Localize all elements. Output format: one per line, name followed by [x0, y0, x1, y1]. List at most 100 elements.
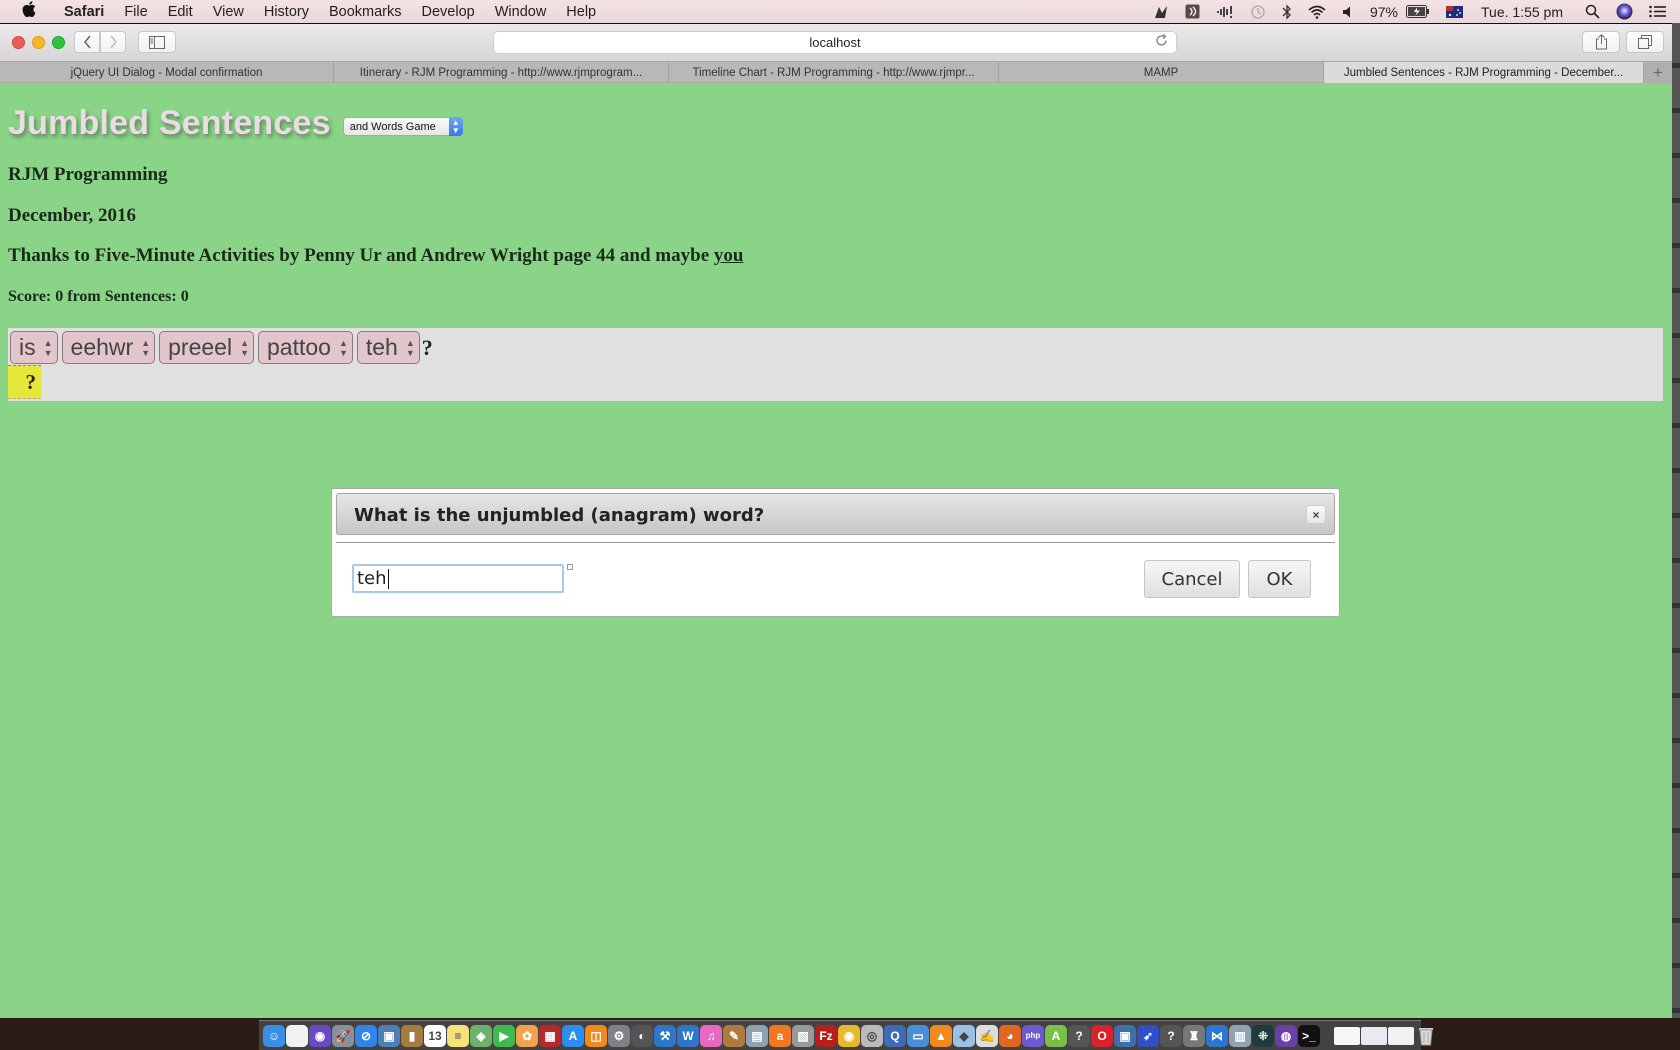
dock-launchpad-icon[interactable]: 🚀 — [332, 1024, 354, 1047]
dock-filezilla-icon[interactable]: Fz — [815, 1024, 837, 1047]
dock-quicktime-icon[interactable]: Q — [884, 1024, 906, 1047]
dialog-close-button[interactable]: × — [1306, 505, 1326, 524]
dock-unknown-app-1-icon[interactable]: ? — [1068, 1024, 1090, 1047]
dock-archive-utility-icon[interactable]: ▧ — [792, 1024, 814, 1047]
ok-button[interactable]: OK — [1248, 560, 1311, 598]
time-machine-icon[interactable] — [1242, 4, 1274, 20]
tab-jumbled-sentences[interactable]: Jumbled Sentences - RJM Programming - De… — [1324, 62, 1644, 83]
tab-jquery-ui-dialog[interactable]: jQuery UI Dialog - Modal confirmation — [0, 62, 334, 83]
dock-github-desktop-icon[interactable]: ◍ — [1275, 1024, 1297, 1047]
dock-image-capture-icon[interactable]: ▤ — [746, 1024, 768, 1047]
back-button[interactable] — [74, 31, 100, 53]
tab-timeline-chart[interactable]: Timeline Chart - RJM Programming - http:… — [669, 62, 999, 83]
dock-vlc-icon[interactable]: ▲ — [930, 1024, 952, 1047]
word-select[interactable]: teh ▲ ▼ — [356, 331, 420, 364]
dock-automator-icon[interactable]: ♜ — [1183, 1024, 1205, 1047]
dock-firefox-icon[interactable]: ◕ — [999, 1024, 1021, 1047]
clock[interactable]: Tue. 1:55 pm — [1471, 4, 1577, 20]
dock-filezilla-alt-icon[interactable]: W — [677, 1024, 699, 1047]
word-select[interactable]: preeel ▲ ▼ — [159, 331, 254, 364]
dock-dotgrid-icon[interactable]: ⁜ — [1252, 1024, 1274, 1047]
cancel-button[interactable]: Cancel — [1144, 560, 1240, 598]
sidebar-toggle-button[interactable] — [138, 31, 176, 53]
dock-disk-utility-icon[interactable]: ◎ — [861, 1024, 883, 1047]
wifi-icon[interactable] — [1300, 5, 1334, 19]
address-bar[interactable]: localhost — [493, 31, 1177, 54]
share-button[interactable] — [1582, 31, 1620, 53]
input-resize-handle[interactable] — [567, 564, 573, 570]
reload-icon[interactable] — [1155, 34, 1168, 50]
word-select[interactable]: is ▲ ▼ — [10, 331, 58, 364]
menu-develop[interactable]: Develop — [412, 4, 485, 20]
answer-box[interactable]: ? — [8, 365, 41, 399]
dock-screen-sharing-icon[interactable]: ▭ — [907, 1024, 929, 1047]
dock-chrome-icon[interactable]: ◉ — [838, 1024, 860, 1047]
dock-calendar-icon[interactable]: 13 — [424, 1024, 446, 1047]
network-activity-icon[interactable] — [1208, 5, 1242, 19]
dock-contacts-icon[interactable]: ▮ — [401, 1024, 423, 1047]
dock-virtualbox-cube-icon[interactable]: ◆ — [953, 1024, 975, 1047]
dock-facetime-icon[interactable]: ▶ — [493, 1024, 515, 1047]
dock-quicktime-spy-icon[interactable]: ◐ — [631, 1024, 653, 1047]
dock-photos-icon[interactable]: ✿ — [516, 1024, 538, 1047]
dock-virtualbox-icon[interactable]: ▣ — [1114, 1024, 1136, 1047]
battery-percent[interactable]: 97% — [1362, 4, 1406, 20]
australian-flag-icon[interactable] — [1438, 5, 1471, 18]
tab-itinerary[interactable]: Itinerary - RJM Programming - http://www… — [334, 62, 669, 83]
menu-file[interactable]: File — [114, 4, 157, 20]
dock-document-1-icon[interactable] — [1334, 1026, 1360, 1045]
battery-icon[interactable] — [1406, 5, 1438, 18]
siri-icon[interactable] — [1608, 3, 1641, 20]
dock-phpstorm-icon[interactable]: php — [1022, 1024, 1044, 1047]
menu-help[interactable]: Help — [556, 4, 606, 20]
dock-maps-icon[interactable]: ◈ — [470, 1024, 492, 1047]
dock-trash-icon[interactable] — [1415, 1025, 1437, 1047]
dock-app-store-icon[interactable]: A — [562, 1024, 584, 1047]
menu-edit[interactable]: Edit — [158, 4, 203, 20]
dock-textedit-icon[interactable]: ✍ — [976, 1024, 998, 1047]
anagram-answer-input[interactable]: teh — [352, 564, 564, 593]
dock-photo-booth-icon[interactable]: ▦ — [539, 1024, 561, 1047]
dock-preview-icon[interactable]: ▣ — [378, 1024, 400, 1047]
word-select[interactable]: pattoo ▲ ▼ — [257, 331, 353, 364]
volume-icon[interactable] — [1334, 5, 1362, 19]
window-zoom-button[interactable] — [52, 36, 65, 49]
dock-avast-icon[interactable]: a — [769, 1024, 791, 1047]
forward-button[interactable] — [100, 31, 126, 53]
spotlight-icon[interactable] — [1577, 4, 1608, 19]
bluetooth-icon[interactable] — [1274, 3, 1300, 20]
dock-finder-icon[interactable]: ☺ — [263, 1024, 285, 1047]
notification-center-icon[interactable] — [1641, 5, 1680, 18]
window-minimize-button[interactable] — [32, 36, 45, 49]
dock-swift-app-icon[interactable]: ➶ — [1137, 1024, 1159, 1047]
dock-itunes-icon[interactable]: ♫ — [700, 1024, 722, 1047]
dock-document-3-icon[interactable] — [1388, 1026, 1414, 1045]
dock-document-2-icon[interactable] — [1361, 1026, 1387, 1045]
window-close-button[interactable] — [12, 36, 25, 49]
dock-image-viewer-icon[interactable]: ▥ — [1229, 1024, 1251, 1047]
audio-hijack-icon[interactable] — [1177, 4, 1208, 19]
dock-notes-icon[interactable]: ≡ — [447, 1024, 469, 1047]
apple-menu-icon[interactable] — [18, 1, 40, 22]
dock-system-preferences-icon[interactable]: ⚙ — [608, 1024, 630, 1047]
word-select[interactable]: eehwr ▲ ▼ — [61, 331, 156, 364]
dock-ibooks-icon[interactable]: ◫ — [585, 1024, 607, 1047]
dock-document-icon[interactable] — [286, 1024, 308, 1047]
dock-xcode-icon[interactable]: ⚒ — [654, 1024, 676, 1047]
dock-safari-icon[interactable]: ⊘ — [355, 1024, 377, 1047]
dialog-titlebar[interactable]: What is the unjumbled (anagram) word? × — [336, 493, 1335, 535]
dock-unknown-app-2-icon[interactable]: ? — [1160, 1024, 1182, 1047]
dock-visual-studio-code-icon[interactable]: ⋈ — [1206, 1024, 1228, 1047]
dock-script-editor-icon[interactable]: ✎ — [723, 1024, 745, 1047]
dock-android-studio-icon[interactable]: A — [1045, 1024, 1067, 1047]
show-all-tabs-button[interactable] — [1626, 31, 1664, 53]
dock-opera-icon[interactable]: O — [1091, 1024, 1113, 1047]
dock-siri-icon[interactable]: ◉ — [309, 1024, 331, 1047]
app-status-icon[interactable] — [1145, 5, 1177, 19]
you-link[interactable]: you — [714, 245, 744, 266]
menu-history[interactable]: History — [254, 4, 319, 20]
game-mode-select[interactable]: and Words Game ▲ ▼ — [342, 117, 463, 136]
menu-app-safari[interactable]: Safari — [54, 4, 114, 20]
menu-view[interactable]: View — [203, 4, 254, 20]
dock-terminal-icon[interactable]: >_ — [1298, 1024, 1320, 1047]
